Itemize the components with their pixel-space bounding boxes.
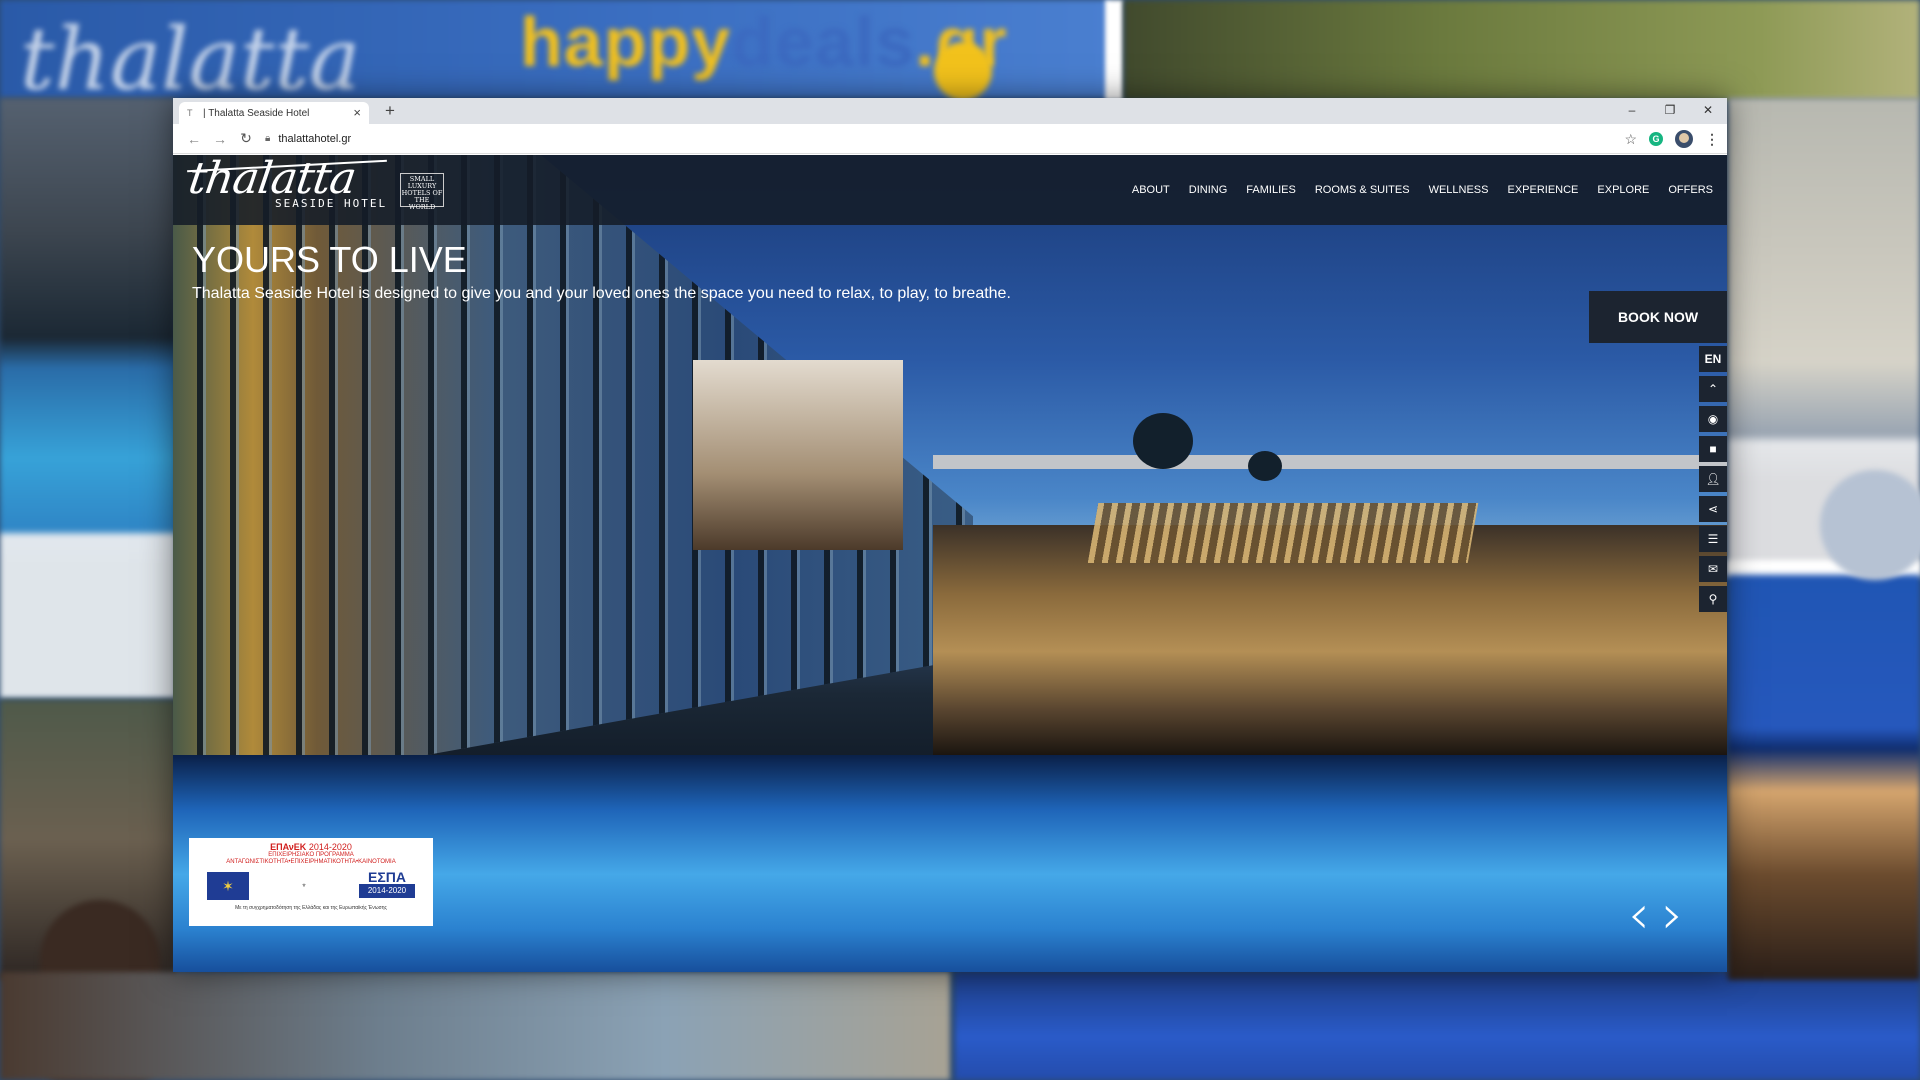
nav-dining[interactable]: DINING: [1189, 184, 1228, 196]
backdrop-circle: [1820, 470, 1920, 580]
espa-years: 2014-2020: [308, 842, 352, 852]
hero-tree: [1248, 451, 1282, 481]
ministry-seal-icon: ⚜: [301, 883, 307, 889]
bookmark-star-icon[interactable]: ☆: [1624, 131, 1637, 148]
lock-icon: 🔒︎: [265, 133, 271, 144]
backdrop-right-lower-panel: [1728, 560, 1920, 980]
nav-families[interactable]: FAMILIES: [1246, 184, 1296, 196]
hero-text: YOURS TO LIVE Thalatta Seaside Hotel is …: [192, 239, 1011, 303]
minimize-button[interactable]: –: [1613, 98, 1651, 124]
nav-wellness[interactable]: WELLNESS: [1429, 184, 1489, 196]
users-icon[interactable]: 👤︎: [1699, 466, 1727, 492]
nav-explore[interactable]: EXPLORE: [1597, 184, 1649, 196]
logo-subtitle: SEASIDE HOTEL: [275, 197, 388, 210]
next-slide-button[interactable]: ›: [1662, 888, 1684, 942]
new-tab-button[interactable]: +: [385, 101, 395, 121]
hero-tree: [1133, 413, 1193, 469]
mail-icon[interactable]: ✉: [1699, 556, 1727, 582]
backdrop-top-right-panel: [1124, 0, 1920, 100]
hero-roofline: [933, 455, 1727, 469]
slider-arrows: ‹ ›: [1628, 888, 1684, 942]
backdrop-left-panel: [0, 98, 176, 698]
back-icon[interactable]: ←: [181, 131, 207, 147]
favicon-icon: T: [187, 108, 193, 118]
toolbar-actions: ☆ G ⋮: [1624, 124, 1719, 154]
espa-footer: Με τη συγχρηματοδότηση της Ελλάδας και τ…: [235, 905, 387, 911]
window-controls: – ❐ ✕: [1613, 98, 1727, 124]
nav-offers[interactable]: OFFERS: [1668, 184, 1713, 196]
close-window-button[interactable]: ✕: [1689, 98, 1727, 124]
book-now-button[interactable]: BOOK NOW: [1589, 291, 1727, 343]
nav-about[interactable]: ABOUT: [1132, 184, 1170, 196]
hero-villa: [693, 360, 903, 550]
espa-logo: ΕΣΠΑ 2014-2020: [359, 870, 415, 902]
eu-flag-icon: ✶: [207, 872, 249, 900]
backdrop-smiley-icon: [934, 42, 992, 100]
browser-tab[interactable]: T | Thalatta Seaside Hotel ×: [179, 102, 369, 124]
chevron-up-icon[interactable]: ⌃: [1699, 376, 1727, 402]
backdrop-bottom-left-panel: [0, 972, 950, 1080]
browser-toolbar: ← → ↻ 🔒︎ thalattahotel.gr ☆ G ⋮: [173, 124, 1727, 154]
site-header: thalatta SEASIDE HOTEL SMALL LUXURY HOTE…: [173, 155, 1727, 225]
website-viewport: thalatta SEASIDE HOTEL SMALL LUXURY HOTE…: [173, 155, 1727, 972]
hero-subtitle: Thalatta Seaside Hotel is designed to gi…: [192, 285, 1011, 302]
document-icon[interactable]: ☰: [1699, 526, 1727, 552]
backdrop-divider: [1105, 0, 1123, 100]
grammarly-extension-icon[interactable]: G: [1649, 132, 1663, 146]
forward-icon[interactable]: →: [207, 131, 233, 147]
espa-title-text: ΕΠΑνΕΚ: [270, 842, 307, 852]
espa-line1: ΕΠΙΧΕΙΡΗΣΙΑΚΟ ΠΡΟΓΡΑΜΜΑ: [268, 852, 354, 858]
language-switcher[interactable]: EN: [1699, 346, 1727, 372]
backdrop-signature: thalatta: [20, 10, 361, 110]
backdrop-happy-text: happy: [520, 3, 732, 81]
backdrop-bottom-right-panel: [955, 972, 1920, 1080]
tab-close-icon[interactable]: ×: [353, 106, 361, 119]
share-icon[interactable]: ⋖: [1699, 496, 1727, 522]
backdrop-deals-text: deals: [731, 3, 916, 81]
hero-title: YOURS TO LIVE: [192, 239, 467, 280]
browser-menu-icon[interactable]: ⋮: [1705, 131, 1719, 148]
restore-button[interactable]: ❐: [1651, 98, 1689, 124]
side-toolbar: EN ⌃ ◉ ■ 👤︎ ⋖ ☰ ✉ ⚲: [1699, 346, 1727, 612]
slh-badge[interactable]: SMALL LUXURY HOTELS OF THE WORLD: [400, 173, 444, 211]
address-bar[interactable]: 🔒︎ thalattahotel.gr: [265, 133, 351, 145]
url-text: thalattahotel.gr: [278, 132, 352, 145]
camera-icon[interactable]: ◉: [1699, 406, 1727, 432]
hero-pergola: [1087, 503, 1479, 563]
location-pin-icon[interactable]: ⚲: [1699, 586, 1727, 612]
tab-title: | Thalatta Seaside Hotel: [203, 107, 310, 119]
main-nav: ABOUT DINING FAMILIES ROOMS & SUITES WEL…: [1132, 155, 1713, 225]
espa-title: ΕΠΑνΕΚ 2014-2020: [193, 842, 429, 852]
espa-banner[interactable]: ΕΠΑνΕΚ 2014-2020 ΕΠΙΧΕΙΡΗΣΙΑΚΟ ΠΡΟΓΡΑΜΜΑ…: [189, 838, 433, 926]
reload-icon[interactable]: ↻: [233, 130, 259, 147]
hotel-logo[interactable]: thalatta SEASIDE HOTEL: [185, 155, 397, 219]
video-icon[interactable]: ■: [1699, 436, 1727, 462]
nav-rooms-suites[interactable]: ROOMS & SUITES: [1315, 184, 1410, 196]
espa-logos: ✶ ⚜ ΕΣΠΑ 2014-2020: [193, 870, 429, 902]
prev-slide-button[interactable]: ‹: [1628, 888, 1650, 942]
browser-window: T | Thalatta Seaside Hotel × + – ❐ ✕ ← →…: [173, 98, 1727, 972]
espa-line2: ΑΝΤΑΓΩΝΙΣΤΙΚΟΤΗΤΑ•ΕΠΙΧΕΙΡΗΜΑΤΙΚΟΤΗΤΑ•ΚΑΙ…: [226, 859, 396, 865]
nav-experience[interactable]: EXPERIENCE: [1507, 184, 1578, 196]
profile-avatar[interactable]: [1675, 130, 1693, 148]
espa-logo-years: 2014-2020: [359, 884, 415, 898]
espa-logo-text: ΕΣΠΑ: [368, 869, 406, 885]
tab-bar: T | Thalatta Seaside Hotel × + – ❐ ✕: [173, 98, 1727, 124]
